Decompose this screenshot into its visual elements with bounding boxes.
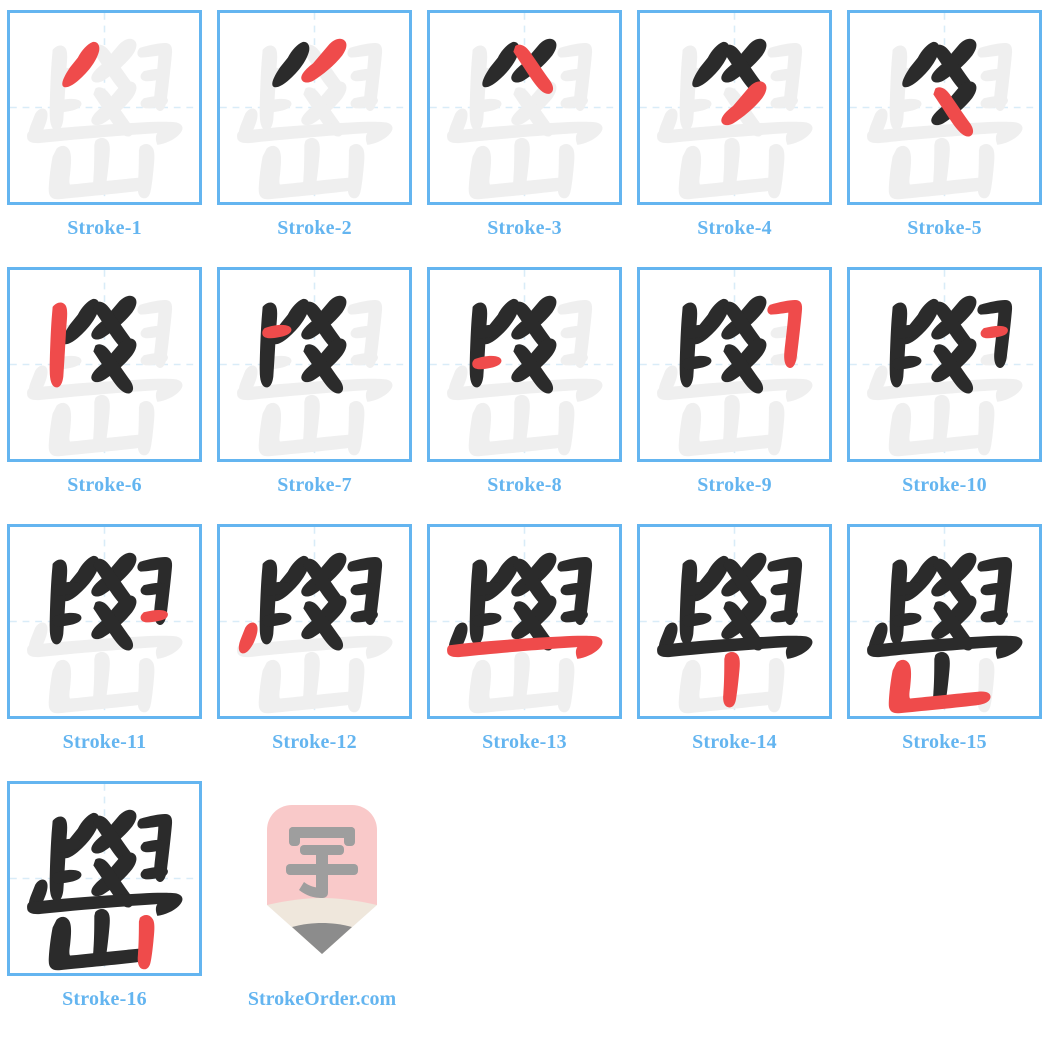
- guide-stroke-16: [137, 657, 155, 713]
- stroke-cell[interactable]: Stroke-9: [637, 267, 847, 524]
- stroke-cell[interactable]: Stroke-11: [7, 524, 217, 781]
- stroke-cell[interactable]: Stroke-8: [427, 267, 637, 524]
- strokeorder-pencil-logo: [267, 804, 377, 954]
- stroke-caption: Stroke-7: [277, 474, 352, 496]
- stroke-grid: Stroke-1 Stroke-2 Stroke-3 Stroke-4 Stroke-5…: [0, 0, 1050, 781]
- guide-stroke-16: [557, 143, 575, 199]
- stroke-cell[interactable]: Stroke-10: [847, 267, 1050, 524]
- stroke-cell[interactable]: Stroke-16: [7, 781, 217, 1038]
- stroke-caption: Stroke-11: [62, 731, 147, 753]
- stroke-canvas[interactable]: [427, 10, 622, 205]
- stroke-canvas[interactable]: [7, 524, 202, 719]
- stroke-cell[interactable]: Stroke-15: [847, 524, 1050, 781]
- stroke-caption: Stroke-2: [277, 217, 352, 239]
- guide-stroke-16: [557, 400, 575, 456]
- completed-stroke-6: [259, 302, 278, 388]
- stroke-canvas[interactable]: [847, 10, 1042, 205]
- guide-stroke-16: [137, 143, 155, 199]
- guide-stroke-16: [977, 143, 995, 199]
- stroke-cell[interactable]: Stroke-5: [847, 10, 1050, 267]
- guide-stroke-6: [49, 45, 68, 131]
- guide-stroke-6: [469, 45, 488, 131]
- stroke-canvas[interactable]: [7, 267, 202, 462]
- stroke-cell[interactable]: Stroke-3: [427, 10, 637, 267]
- completed-stroke-6: [469, 302, 488, 388]
- stroke-caption: Stroke-14: [692, 731, 777, 753]
- guide-stroke-16: [977, 400, 995, 456]
- final-row: Stroke-16 StrokeOrder.com: [0, 781, 1050, 1038]
- guide-stroke-16: [767, 143, 785, 199]
- stroke-canvas[interactable]: [427, 267, 622, 462]
- completed-stroke-6: [49, 559, 68, 645]
- completed-stroke-6: [49, 816, 68, 902]
- completed-stroke-6: [679, 559, 698, 645]
- stroke-caption: Stroke-10: [902, 474, 987, 496]
- stroke-caption: Stroke-15: [902, 731, 987, 753]
- stroke-cell[interactable]: Stroke-13: [427, 524, 637, 781]
- stroke-caption: Stroke-9: [697, 474, 772, 496]
- guide-stroke-16: [347, 143, 365, 199]
- brand-cell: StrokeOrder.com: [217, 781, 427, 1038]
- brand-caption[interactable]: StrokeOrder.com: [212, 976, 432, 1011]
- stroke-canvas[interactable]: [217, 10, 412, 205]
- stroke-caption: Stroke-13: [482, 731, 567, 753]
- stroke-caption: Stroke-8: [487, 474, 562, 496]
- stroke-canvas[interactable]: [847, 267, 1042, 462]
- completed-stroke-6: [259, 559, 278, 645]
- stroke-canvas[interactable]: [217, 267, 412, 462]
- stroke-canvas[interactable]: [7, 10, 202, 205]
- current-stroke-6: [49, 302, 68, 388]
- stroke-cell[interactable]: Stroke-2: [217, 10, 427, 267]
- logo-tip: [292, 922, 352, 954]
- stroke-caption: Stroke-6: [67, 474, 142, 496]
- completed-stroke-6: [889, 302, 908, 388]
- stroke-caption: Stroke-5: [907, 217, 982, 239]
- stroke-caption: Stroke-4: [697, 217, 772, 239]
- completed-stroke-6: [679, 302, 698, 388]
- completed-stroke-6: [469, 559, 488, 645]
- stroke-cell[interactable]: Stroke-4: [637, 10, 847, 267]
- guide-stroke-6: [679, 45, 698, 131]
- stroke-canvas[interactable]: [217, 524, 412, 719]
- stroke-order-page: Stroke-1 Stroke-2 Stroke-3 Stroke-4 Stroke-5…: [0, 0, 1050, 1028]
- stroke-caption: Stroke-3: [487, 217, 562, 239]
- guide-stroke-6: [259, 45, 278, 131]
- guide-stroke-16: [347, 400, 365, 456]
- guide-stroke-16: [557, 657, 575, 713]
- stroke-canvas[interactable]: [847, 524, 1042, 719]
- stroke-cell[interactable]: Stroke-12: [217, 524, 427, 781]
- completed-stroke-6: [889, 559, 908, 645]
- guide-stroke-16: [347, 657, 365, 713]
- stroke-canvas[interactable]: [637, 524, 832, 719]
- stroke-cell[interactable]: Stroke-14: [637, 524, 847, 781]
- stroke-caption: Stroke-16: [62, 988, 147, 1010]
- guide-stroke-16: [767, 657, 785, 713]
- guide-stroke-6: [889, 45, 908, 131]
- stroke-cell[interactable]: Stroke-7: [217, 267, 427, 524]
- stroke-canvas[interactable]: [637, 267, 832, 462]
- stroke-caption: Stroke-1: [67, 217, 142, 239]
- stroke-canvas[interactable]: [427, 524, 622, 719]
- guide-stroke-16: [137, 400, 155, 456]
- stroke-cell[interactable]: Stroke-1: [7, 10, 217, 267]
- stroke-canvas[interactable]: [7, 781, 202, 976]
- stroke-caption: Stroke-12: [272, 731, 357, 753]
- stroke-canvas[interactable]: [637, 10, 832, 205]
- current-stroke-16: [137, 914, 155, 970]
- stroke-cell[interactable]: Stroke-6: [7, 267, 217, 524]
- logo-holder: [225, 781, 420, 976]
- guide-stroke-16: [767, 400, 785, 456]
